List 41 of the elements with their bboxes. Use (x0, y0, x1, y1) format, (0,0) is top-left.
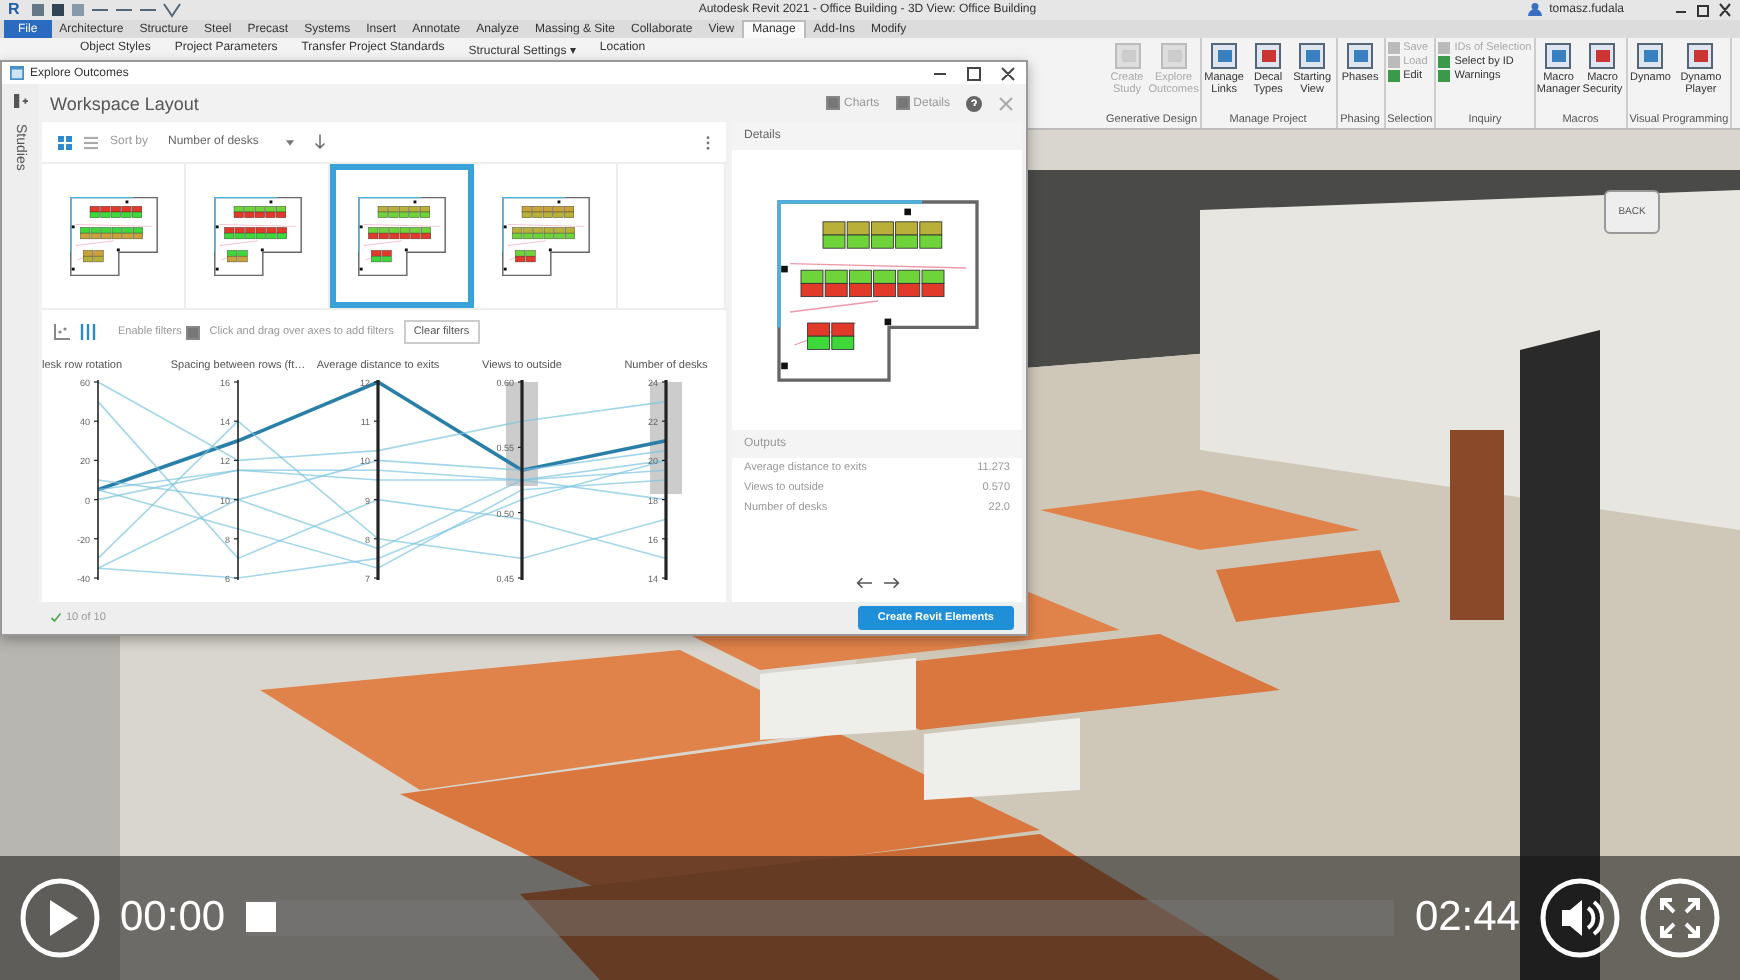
sort-direction-icon[interactable] (314, 134, 327, 150)
next-arrow-icon[interactable] (883, 576, 899, 590)
duration-time: 02:44 (1414, 894, 1520, 942)
window-controls-icon[interactable] (930, 65, 1018, 81)
user-icon (1527, 2, 1542, 17)
progress-handle[interactable] (245, 902, 276, 932)
window-icon (1686, 42, 1715, 71)
floor-plan-drawing (65, 192, 161, 280)
window-icon (1346, 42, 1375, 71)
play-icon[interactable] (20, 878, 100, 958)
parallel-chart-icon[interactable] (80, 324, 96, 340)
window-controls-icon[interactable] (1672, 1, 1732, 18)
floor-plan-drawing (209, 192, 305, 280)
window-icon (1588, 42, 1617, 71)
scatter-plot-icon[interactable] (54, 324, 70, 340)
check-icon (50, 612, 62, 624)
axis-line[interactable] (233, 379, 239, 581)
grid-view-icon[interactable] (58, 135, 72, 149)
elapsed-time: 00:00 (120, 894, 226, 942)
volume-icon[interactable] (1540, 878, 1620, 958)
window-icon (1254, 42, 1283, 71)
axis-line[interactable] (517, 380, 524, 580)
window-icon (1210, 42, 1239, 71)
window-icon (1298, 42, 1327, 71)
app-logo[interactable]: R (8, 0, 20, 19)
caret-icon (286, 139, 295, 145)
help-icon[interactable] (966, 95, 982, 111)
fullscreen-icon[interactable] (1640, 878, 1720, 958)
outcome-thumbnail[interactable] (330, 164, 474, 308)
window-icon (10, 66, 24, 80)
window-icon (1544, 42, 1573, 71)
axis-line[interactable] (661, 380, 668, 580)
floor-plan-drawing (354, 192, 450, 280)
window-icon (1636, 42, 1665, 71)
panel-toggle-icon[interactable] (13, 94, 27, 108)
axis-line[interactable] (93, 379, 99, 581)
previous-arrow-icon[interactable] (855, 576, 871, 590)
floor-plan-drawing (497, 192, 593, 280)
study-title: Workspace Layout (50, 93, 199, 113)
progress-track[interactable] (245, 900, 1395, 936)
axis-line[interactable] (373, 380, 380, 580)
